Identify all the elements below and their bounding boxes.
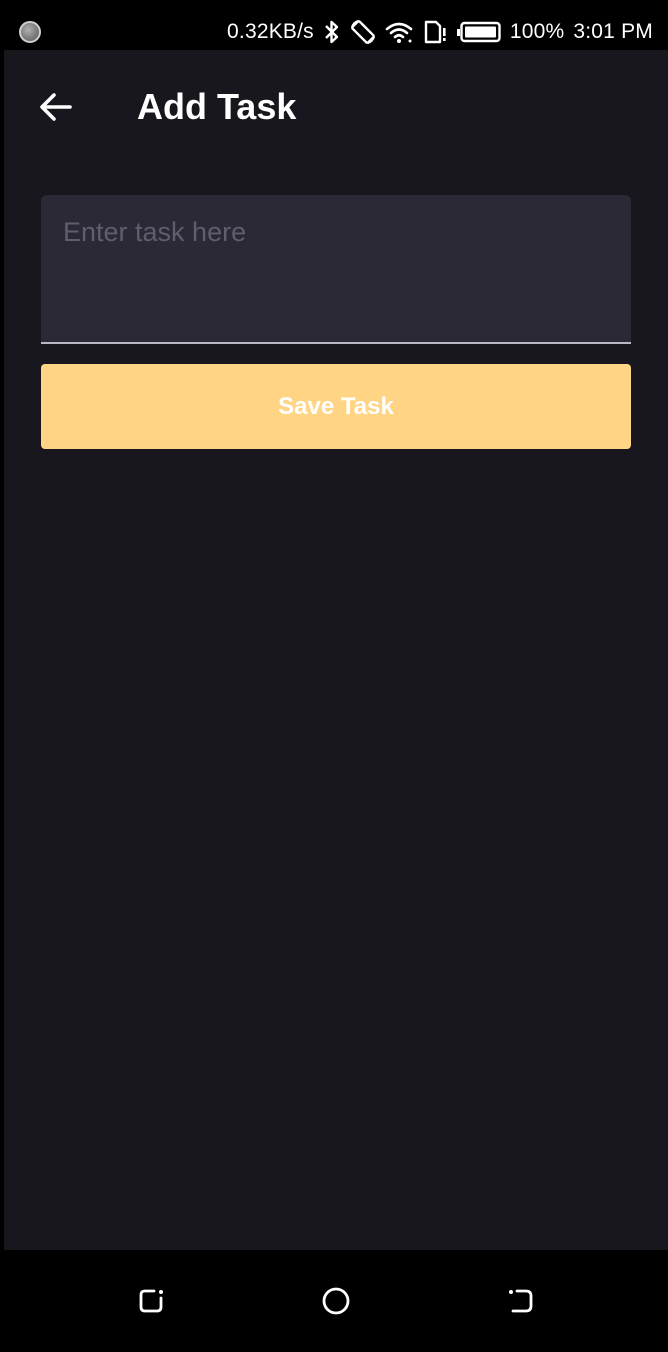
recent-apps-icon (139, 1289, 163, 1313)
notification-dot-icon (19, 21, 41, 43)
recent-apps-button[interactable] (127, 1276, 177, 1326)
home-icon (322, 1287, 350, 1315)
rotation-icon (350, 19, 376, 45)
network-speed: 0.32KB/s (227, 20, 314, 43)
task-input[interactable] (41, 195, 631, 342)
save-task-button[interactable]: Save Task (41, 364, 631, 449)
add-task-screen: Add Task Save Task (4, 50, 668, 1250)
phone-screen: 0.32KB/s 100% 3:01 PM Add Task Enter tas… (0, 0, 668, 1352)
sim-icon (422, 19, 448, 45)
wifi-icon (385, 20, 413, 44)
battery-icon (456, 21, 501, 43)
home-button[interactable] (311, 1276, 361, 1326)
back-nav-button[interactable] (495, 1276, 545, 1326)
back-nav-icon (509, 1289, 533, 1313)
navigation-bar (0, 1250, 668, 1352)
page-title: Add Task (137, 86, 297, 127)
back-button[interactable] (34, 85, 78, 129)
bluetooth-icon (323, 19, 341, 45)
arrow-left-icon (40, 93, 72, 121)
app-bar: Add Task (4, 50, 668, 162)
battery-percent: 100% (509, 20, 565, 43)
task-input-container (41, 195, 631, 344)
clock: 3:01 PM (573, 20, 653, 43)
status-indicators: 0.32KB/s 100% 3:01 PM (227, 14, 653, 50)
